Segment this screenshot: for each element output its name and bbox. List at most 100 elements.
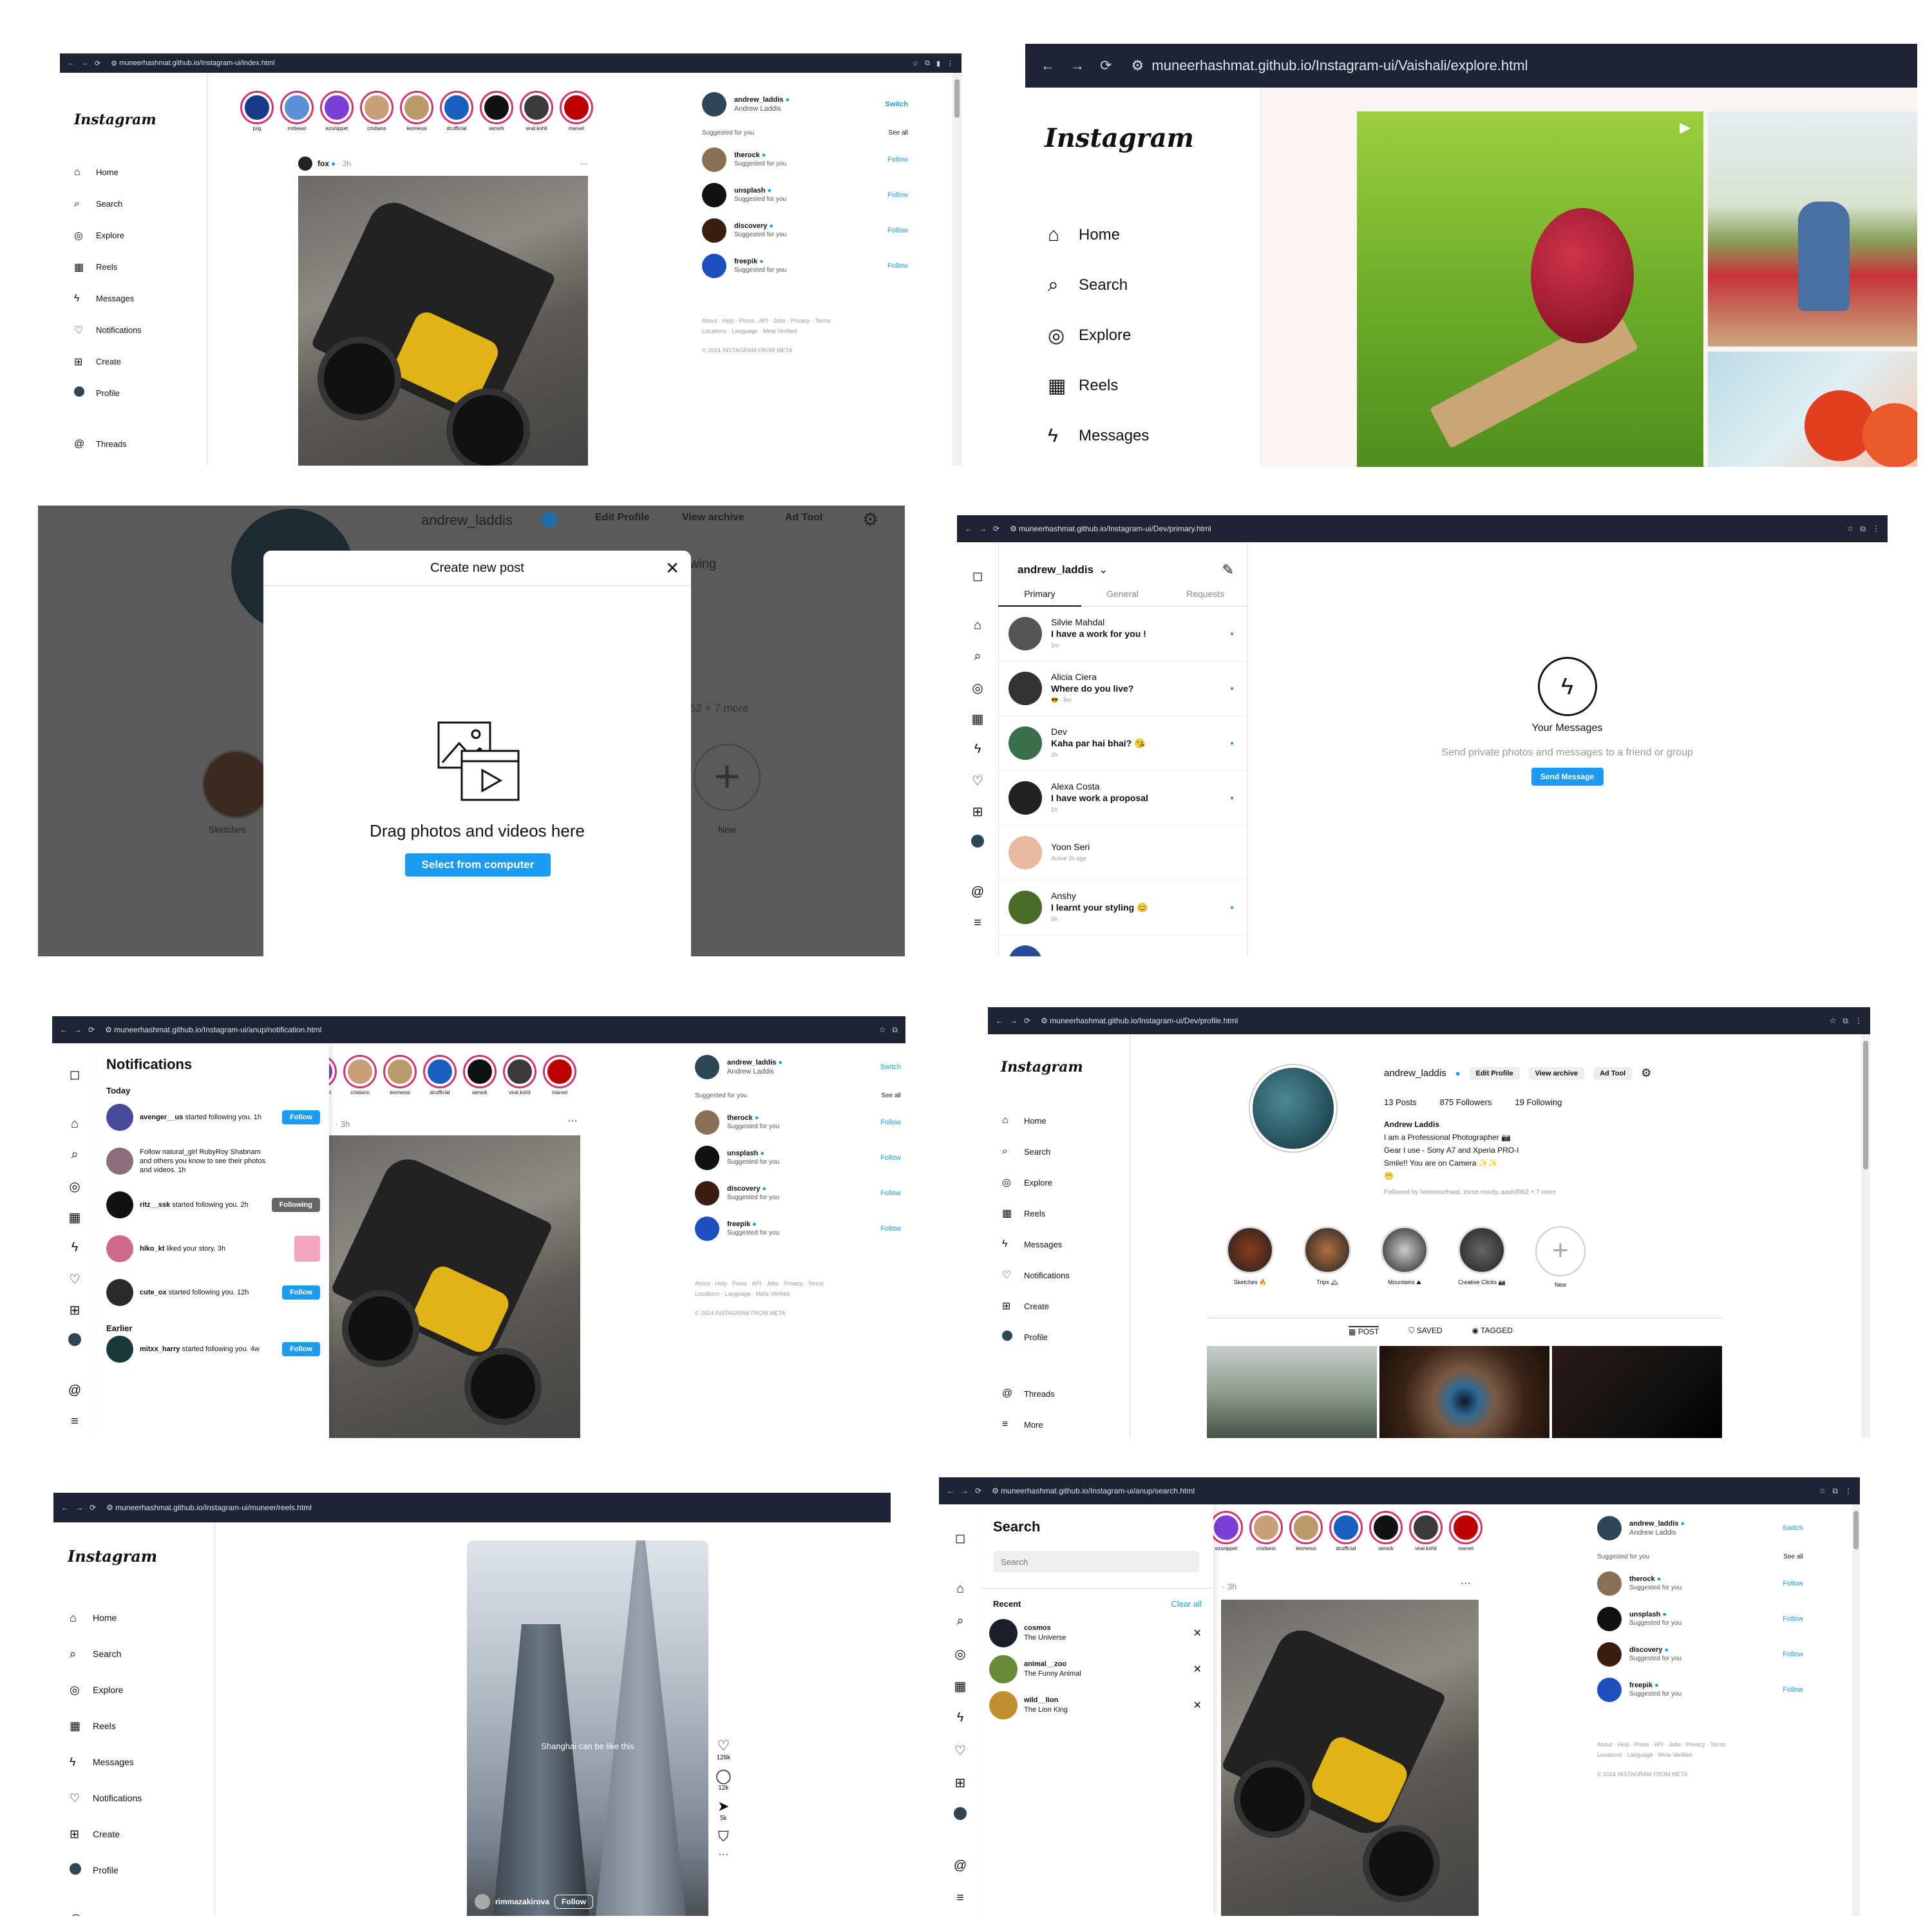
follow-link[interactable]: Follow <box>1783 1580 1803 1587</box>
suggestion-avatar[interactable] <box>1597 1677 1622 1702</box>
tab-tagged[interactable]: ◉ TAGGED <box>1472 1326 1513 1336</box>
reload-icon[interactable]: ⟳ <box>95 59 100 68</box>
follow-link[interactable]: Follow <box>880 1154 901 1162</box>
messages-icon[interactable]: ϟ <box>939 1710 981 1725</box>
tab-general[interactable]: General <box>1081 589 1164 607</box>
settings-gear-icon[interactable]: ⚙ <box>1641 1066 1651 1080</box>
grid-photo-mountain[interactable] <box>1207 1346 1377 1438</box>
menu-icon[interactable]: ⋮ <box>1872 524 1880 534</box>
suggestion-username[interactable]: therock <box>734 151 760 159</box>
explore-icon[interactable]: ◎ <box>52 1179 97 1195</box>
extensions-icon[interactable]: ⧉ <box>1832 1486 1838 1496</box>
reels-icon[interactable]: ▦ <box>939 1678 981 1694</box>
follow-link[interactable]: Follow <box>1783 1651 1803 1658</box>
tab-post[interactable]: ▦ POST <box>1349 1326 1379 1336</box>
sidebar-item[interactable]: ⌂ Home <box>74 156 142 188</box>
home-icon[interactable]: ⌂ <box>939 1582 981 1596</box>
story-item[interactable]: ezsnippet <box>320 91 354 131</box>
sidebar-item[interactable]: Profile <box>1002 1321 1070 1352</box>
back-icon[interactable]: ← <box>947 1486 954 1495</box>
follow-button[interactable]: Follow <box>282 1110 320 1124</box>
follow-link[interactable]: Follow <box>1783 1686 1803 1694</box>
notification-username[interactable]: avenger__us <box>140 1113 183 1121</box>
recent-search-item[interactable]: animal__zoo The Funny Animal ✕ <box>981 1651 1213 1687</box>
story-item[interactable]: virat.kohli <box>520 91 553 131</box>
follow-link[interactable]: Follow <box>887 262 908 270</box>
sidebar-item[interactable]: ▦ Reels <box>1048 361 1163 411</box>
create-icon[interactable]: ⊞ <box>939 1775 981 1791</box>
forward-icon[interactable]: → <box>1070 57 1084 74</box>
sidebar-item[interactable]: ▦ Reels <box>74 251 142 283</box>
notification-username[interactable]: hiko_kt <box>140 1245 165 1253</box>
suggestion-username[interactable]: freepik <box>734 258 757 265</box>
explore-icon[interactable]: ◎ <box>957 680 998 696</box>
reel-author-avatar[interactable] <box>475 1894 490 1909</box>
url-bar[interactable]: muneerhashmat.github.io/Instagram-ui/Vai… <box>1151 57 1528 74</box>
search-icon[interactable]: ⌕ <box>52 1148 97 1162</box>
story-highlight[interactable]: Trips 🏔 <box>1303 1226 1351 1288</box>
story-highlight[interactable]: Creative Clicks 📷 <box>1458 1226 1506 1288</box>
remove-icon[interactable]: ✕ <box>1193 1627 1202 1640</box>
site-info-icon[interactable]: ⚙ <box>992 1486 1001 1495</box>
story-item[interactable]: dcofficial <box>1329 1511 1363 1551</box>
story-item[interactable]: ezsnippet <box>1209 1511 1243 1551</box>
instagram-logo[interactable]: Instagram <box>74 111 156 128</box>
footer-links[interactable]: About · Help · Press · API · Jobs · Priv… <box>702 316 908 326</box>
recent-search-item[interactable]: wild__lion The Lion King ✕ <box>981 1687 1213 1723</box>
profile-avatar[interactable] <box>702 92 726 117</box>
instagram-icon[interactable]: ◻ <box>957 568 998 584</box>
sidebar-item[interactable]: ⌕ Search <box>1048 260 1163 310</box>
url-bar[interactable]: muneerhashmat.github.io/Instagram-ui/mun… <box>115 1503 312 1512</box>
chat-row[interactable]: Roi Davis <box>998 935 1247 956</box>
scrollbar[interactable] <box>952 73 961 466</box>
star-icon[interactable]: ☆ <box>912 59 918 68</box>
profile-avatar[interactable] <box>52 1333 97 1350</box>
story-item[interactable]: psg <box>240 91 274 131</box>
reload-icon[interactable]: ⟳ <box>88 1025 95 1034</box>
suggestion-avatar[interactable] <box>1597 1571 1622 1596</box>
profile-avatar[interactable] <box>939 1807 981 1824</box>
tab-primary[interactable]: Primary <box>998 589 1081 607</box>
close-icon[interactable]: ✕ <box>665 558 679 578</box>
tab-requests[interactable]: Requests <box>1164 589 1247 607</box>
sidebar-icon[interactable]: ▮ <box>936 59 940 68</box>
suggestion-avatar[interactable] <box>695 1180 719 1206</box>
suggestion-username[interactable]: discovery <box>734 222 767 230</box>
explore-tile-girl-flowers[interactable] <box>1708 111 1917 346</box>
reel-video[interactable]: Shanghai can be like this rimmazakirova … <box>467 1540 708 1916</box>
footer-links-2[interactable]: Locations · Language · Meta Verified <box>695 1289 901 1299</box>
explore-tile-cricket[interactable]: ▶ <box>1357 111 1703 467</box>
suggestion-username[interactable]: discovery <box>1629 1646 1662 1654</box>
follow-link[interactable]: Follow <box>887 227 908 234</box>
notification-item[interactable]: ritz__ssk started following you. 2h Follo… <box>97 1183 329 1227</box>
threads-icon[interactable]: @ <box>939 1859 981 1873</box>
extensions-icon[interactable]: ⧉ <box>925 59 930 68</box>
send-message-button[interactable]: Send Message <box>1531 768 1604 786</box>
recent-search-item[interactable]: cosmos The Universe ✕ <box>981 1615 1213 1651</box>
reels-icon[interactable]: ▦ <box>52 1209 97 1226</box>
reload-icon[interactable]: ⟳ <box>975 1486 981 1495</box>
see-all-link[interactable]: See all <box>888 129 908 137</box>
remove-icon[interactable]: ✕ <box>1193 1699 1202 1712</box>
more-icon[interactable]: ≡ <box>957 916 998 931</box>
suggestion-username[interactable]: unsplash <box>734 187 765 194</box>
heart-icon[interactable]: ♡ <box>957 773 998 789</box>
forward-icon[interactable]: → <box>75 1503 83 1512</box>
notification-username[interactable]: cute_ox <box>140 1289 167 1296</box>
notification-username[interactable]: ritz__ssk <box>140 1201 170 1209</box>
suggestion-username[interactable]: therock <box>1629 1575 1655 1583</box>
forward-icon[interactable]: → <box>979 524 987 533</box>
threads-icon[interactable]: @ <box>957 885 998 900</box>
sidebar-item[interactable]: @ Threads <box>70 1901 142 1917</box>
story-highlight[interactable]: Sketches 🔥 <box>1226 1226 1274 1288</box>
view-archive-button[interactable]: View archive <box>1528 1066 1585 1080</box>
instagram-logo[interactable]: Instagram <box>1001 1059 1083 1075</box>
fox-avatar[interactable] <box>298 156 312 171</box>
url-bar[interactable]: muneerhashmat.github.io/Instagram-ui/Dev… <box>1050 1016 1238 1025</box>
suggestion-username[interactable]: unsplash <box>1629 1611 1660 1618</box>
chat-row[interactable]: Alicia Ciera Where do you live? 😎 · 8m ● <box>998 661 1247 716</box>
footer-links[interactable]: About · Help · Press · API · Jobs · Priv… <box>695 1278 901 1289</box>
back-icon[interactable]: ← <box>996 1016 1003 1025</box>
more-icon[interactable]: ≡ <box>939 1891 981 1906</box>
story-item[interactable]: iamsrk <box>480 91 513 131</box>
